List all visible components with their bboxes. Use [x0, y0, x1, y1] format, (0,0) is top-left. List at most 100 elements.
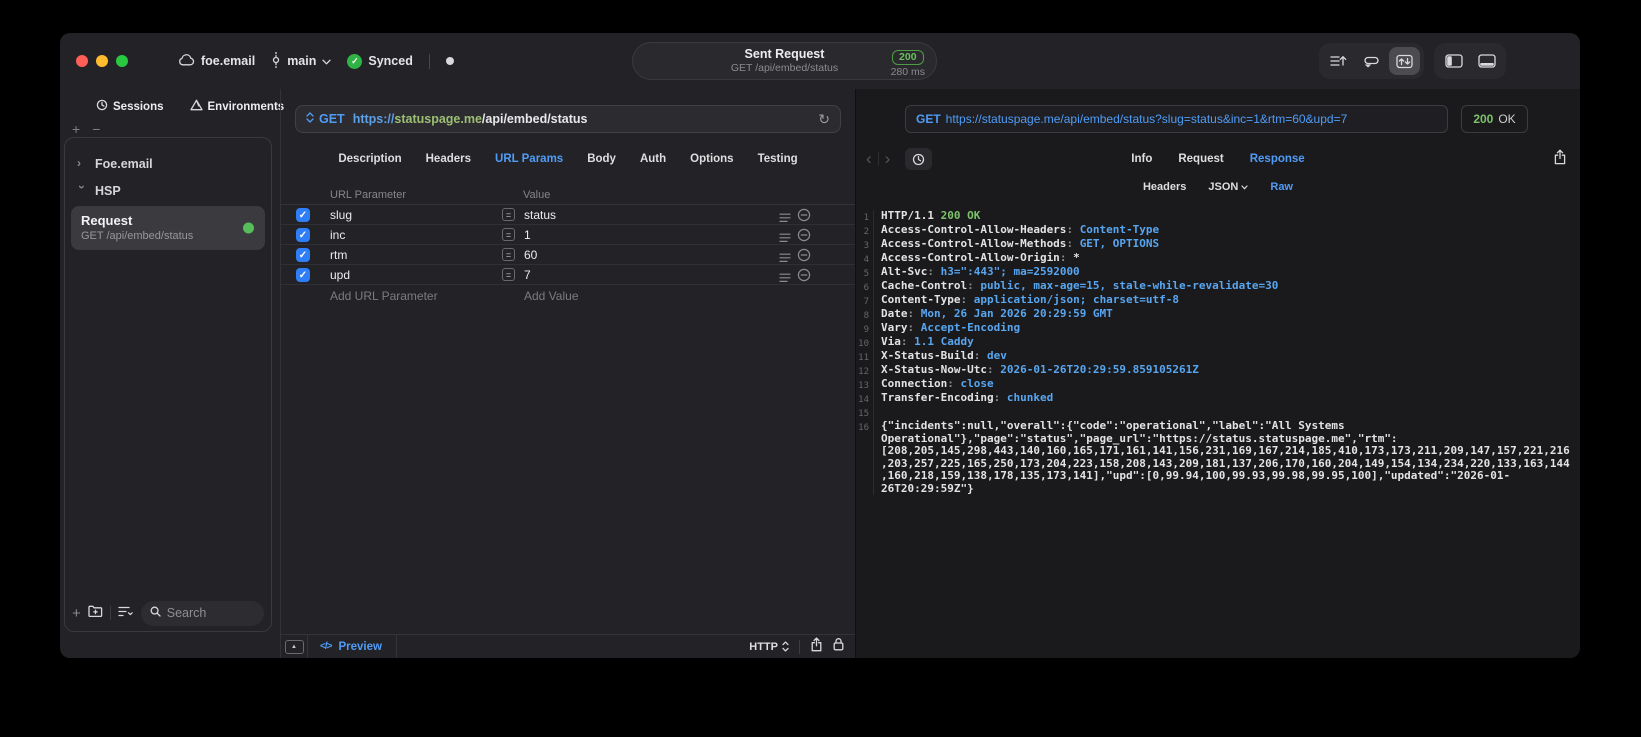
sidebar-tab-environments[interactable]: Environments	[189, 99, 284, 114]
request-tab-testing[interactable]: Testing	[758, 153, 798, 165]
search-input[interactable]: Search	[140, 600, 264, 626]
request-tab-auth[interactable]: Auth	[640, 153, 666, 165]
request-summary-pill[interactable]: Sent Request GET /api/embed/status 200 2…	[632, 42, 937, 80]
response-line: 2 Access-Control-Allow-Headers: Content-T…	[856, 223, 1580, 238]
request-editor-tabs: Description Headers URL Params Body Auth Opti…	[281, 145, 855, 173]
param-row: ✓ inc = 1	[281, 225, 855, 245]
response-line: 15	[856, 406, 1580, 420]
new-request-button[interactable]: +	[72, 606, 81, 621]
toggle-sidebar-button[interactable]	[1438, 47, 1469, 75]
response-subtab-raw[interactable]: Raw	[1270, 181, 1293, 193]
request-tab-headers[interactable]: Headers	[426, 153, 471, 165]
share-icon[interactable]	[810, 636, 823, 657]
code-icon: </>	[320, 641, 333, 652]
sync-check-icon: ✓	[347, 53, 363, 69]
equals-icon: =	[502, 228, 515, 241]
response-line: 11 X-Status-Build: dev	[856, 349, 1580, 364]
app-window: foe.email main ✓ Synced Sent Request GET…	[60, 33, 1580, 658]
sent-request-url[interactable]: GET https://statuspage.me/api/embed/stat…	[905, 105, 1448, 133]
add-param-row[interactable]: Add URL Parameter Add Value	[281, 285, 855, 307]
param-checkbox[interactable]: ✓	[296, 228, 310, 242]
search-icon	[150, 606, 161, 620]
expand-panel-button[interactable]: ▲	[284, 639, 304, 654]
group-by-icon[interactable]	[118, 604, 134, 622]
search-placeholder: Search	[166, 606, 207, 620]
lock-icon[interactable]	[833, 637, 844, 656]
param-name-field[interactable]: upd	[330, 268, 350, 282]
response-subtab-json[interactable]: JSON	[1208, 181, 1248, 193]
request-method[interactable]: GET	[319, 112, 345, 126]
minimize-window-button[interactable]	[96, 55, 108, 67]
chevron-right-icon: ›	[77, 155, 81, 170]
project-menu[interactable]: foe.email	[178, 53, 255, 69]
request-list-item-selected[interactable]: Request GET /api/embed/status	[71, 206, 265, 250]
request-editor-footer: ▲ </> Preview HTTP	[281, 634, 855, 658]
footer-divider	[395, 635, 397, 658]
add-param-name-placeholder[interactable]: Add URL Parameter	[330, 289, 438, 303]
param-value-field[interactable]: 7	[524, 268, 531, 282]
response-body: 1 HTTP/1.1 200 OK 2 Access-Control-Allow-He…	[856, 203, 1580, 658]
request-item-title: Request	[81, 213, 133, 228]
response-tab-info[interactable]: Info	[1131, 153, 1152, 165]
sidebar-tab-sessions[interactable]: Sessions	[96, 99, 164, 114]
footer-divider	[799, 639, 800, 654]
resend-request-icon[interactable]: ↻	[818, 111, 830, 128]
remove-session-button[interactable]: −	[92, 121, 100, 137]
request-url-bar[interactable]: GET https://statuspage.me/api/embed/stat…	[295, 105, 841, 133]
protocol-selector[interactable]: HTTP	[749, 641, 789, 653]
sent-request-full-url: https://statuspage.me/api/embed/status?s…	[945, 112, 1348, 126]
param-value-field[interactable]: status	[524, 208, 556, 222]
param-name-field[interactable]: inc	[330, 228, 345, 242]
response-line: 3 Access-Control-Allow-Methods: GET, OPTI…	[856, 237, 1580, 252]
response-line: 1 HTTP/1.1 200 OK	[856, 209, 1580, 224]
param-value-field[interactable]: 1	[524, 228, 531, 242]
tree-item-foe-email[interactable]: › Foe.email	[65, 150, 271, 177]
response-line: 9 Vary: Accept-Encoding	[856, 321, 1580, 336]
dynamic-values-button[interactable]	[1356, 47, 1387, 75]
request-tab-options[interactable]: Options	[690, 153, 733, 165]
share-response-icon[interactable]	[1553, 149, 1567, 170]
param-value-field[interactable]: 60	[524, 248, 537, 262]
param-table-header: URL Parameter Value	[281, 185, 855, 205]
response-subtab-headers[interactable]: Headers	[1143, 181, 1186, 193]
import-export-button[interactable]	[1389, 47, 1420, 75]
param-checkbox[interactable]: ✓	[296, 208, 310, 222]
request-tab-description[interactable]: Description	[338, 153, 401, 165]
status-code-badge: 200	[892, 50, 924, 65]
branch-selector[interactable]: main	[271, 50, 332, 71]
request-tab-body[interactable]: Body	[587, 153, 616, 165]
chevron-down-icon: ›	[75, 184, 89, 189]
tree-item-hsp[interactable]: › HSP	[65, 177, 271, 204]
sort-list-button[interactable]	[1323, 47, 1354, 75]
param-name-field[interactable]: slug	[330, 208, 352, 222]
sync-status[interactable]: ✓ Synced	[347, 53, 413, 69]
branch-name: main	[287, 54, 317, 68]
toggle-bottom-panel-button[interactable]	[1471, 47, 1502, 75]
param-row: ✓ upd = 7	[281, 265, 855, 285]
toolbar-group-right	[1434, 43, 1506, 79]
response-tabs: Info Request Response	[856, 145, 1580, 173]
param-checkbox[interactable]: ✓	[296, 268, 310, 282]
method-stepper-icon[interactable]	[306, 112, 314, 126]
response-line: 16 {"incidents":null,"overall":{"code":"o…	[856, 419, 1580, 495]
new-folder-icon[interactable]	[88, 604, 103, 622]
response-line: 6 Cache-Control: public, max-age=15, stal…	[856, 279, 1580, 294]
add-param-value-placeholder[interactable]: Add Value	[524, 289, 579, 303]
response-line: 13 Connection: close	[856, 377, 1580, 392]
response-line: 14 Transfer-Encoding: chunked	[856, 391, 1580, 406]
response-tab-request[interactable]: Request	[1178, 153, 1223, 165]
unsaved-indicator-dot	[445, 57, 454, 65]
cloud-icon	[178, 53, 195, 69]
git-branch-icon	[271, 50, 281, 71]
param-name-field[interactable]: rtm	[330, 248, 347, 262]
close-window-button[interactable]	[76, 55, 88, 67]
zoom-window-button[interactable]	[116, 55, 128, 67]
url-scheme: https://	[352, 112, 395, 126]
sidebar: Sessions Environments + − › Foe.email › …	[60, 89, 284, 658]
response-tab-response[interactable]: Response	[1250, 153, 1305, 165]
param-checkbox[interactable]: ✓	[296, 248, 310, 262]
request-tab-url-params[interactable]: URL Params	[495, 153, 563, 165]
add-session-button[interactable]: +	[72, 121, 80, 137]
code-preview-button[interactable]: </> Preview	[320, 641, 382, 653]
response-panel: GET https://statuspage.me/api/embed/stat…	[855, 89, 1580, 658]
